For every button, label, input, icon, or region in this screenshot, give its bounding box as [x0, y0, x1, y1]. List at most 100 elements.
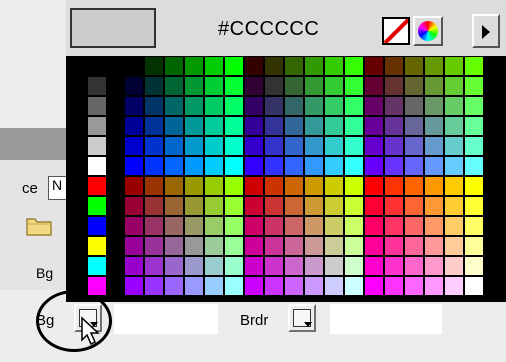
- color-swatch[interactable]: [108, 77, 126, 95]
- color-swatch[interactable]: [305, 77, 323, 95]
- color-swatch[interactable]: [165, 157, 183, 175]
- color-swatch[interactable]: [185, 257, 203, 275]
- color-swatch[interactable]: [165, 177, 183, 195]
- color-swatch[interactable]: [108, 197, 126, 215]
- color-swatch[interactable]: [445, 117, 463, 135]
- color-swatch[interactable]: [245, 157, 263, 175]
- color-swatch[interactable]: [365, 137, 383, 155]
- color-swatch[interactable]: [345, 257, 363, 275]
- color-swatch[interactable]: [265, 257, 283, 275]
- color-swatch[interactable]: [445, 57, 463, 75]
- color-swatch[interactable]: [385, 137, 403, 155]
- bg-color-field[interactable]: [114, 304, 218, 334]
- color-swatch[interactable]: [245, 77, 263, 95]
- color-swatch[interactable]: [165, 197, 183, 215]
- color-swatch[interactable]: [445, 177, 463, 195]
- color-swatch[interactable]: [385, 277, 403, 295]
- color-swatch[interactable]: [108, 157, 126, 175]
- color-swatch[interactable]: [305, 157, 323, 175]
- no-color-icon[interactable]: [382, 17, 410, 45]
- color-swatch[interactable]: [285, 257, 303, 275]
- color-swatch[interactable]: [205, 97, 223, 115]
- color-swatch[interactable]: [125, 137, 143, 155]
- color-swatch[interactable]: [425, 277, 443, 295]
- folder-icon[interactable]: [26, 214, 52, 236]
- color-swatch[interactable]: [245, 237, 263, 255]
- color-swatch[interactable]: [225, 77, 243, 95]
- color-swatch[interactable]: [88, 77, 106, 95]
- color-swatch[interactable]: [265, 57, 283, 75]
- color-swatch[interactable]: [245, 257, 263, 275]
- color-swatch[interactable]: [325, 237, 343, 255]
- color-swatch[interactable]: [265, 97, 283, 115]
- color-swatch[interactable]: [285, 237, 303, 255]
- color-swatch[interactable]: [365, 157, 383, 175]
- color-swatch[interactable]: [165, 77, 183, 95]
- color-swatch[interactable]: [285, 97, 303, 115]
- color-swatch[interactable]: [305, 217, 323, 235]
- color-swatch[interactable]: [185, 237, 203, 255]
- color-swatch[interactable]: [345, 137, 363, 155]
- color-swatch[interactable]: [325, 77, 343, 95]
- color-swatch[interactable]: [145, 97, 163, 115]
- color-swatch[interactable]: [108, 97, 126, 115]
- color-swatch[interactable]: [145, 157, 163, 175]
- color-swatch[interactable]: [88, 57, 106, 75]
- color-swatch[interactable]: [165, 237, 183, 255]
- color-swatch[interactable]: [265, 117, 283, 135]
- color-swatch[interactable]: [445, 217, 463, 235]
- color-swatch[interactable]: [225, 277, 243, 295]
- color-swatch[interactable]: [108, 177, 126, 195]
- color-swatch[interactable]: [365, 117, 383, 135]
- color-swatch[interactable]: [165, 217, 183, 235]
- color-swatch[interactable]: [88, 217, 106, 235]
- color-swatch[interactable]: [265, 177, 283, 195]
- color-swatch[interactable]: [405, 177, 423, 195]
- color-swatch[interactable]: [88, 137, 106, 155]
- color-swatch[interactable]: [325, 137, 343, 155]
- color-swatch[interactable]: [305, 97, 323, 115]
- color-swatch[interactable]: [305, 277, 323, 295]
- color-swatch[interactable]: [108, 57, 126, 75]
- color-swatch[interactable]: [125, 77, 143, 95]
- color-swatch[interactable]: [345, 217, 363, 235]
- color-swatch[interactable]: [365, 237, 383, 255]
- color-swatch[interactable]: [465, 177, 483, 195]
- color-swatch[interactable]: [185, 117, 203, 135]
- color-swatch[interactable]: [165, 57, 183, 75]
- color-swatch[interactable]: [225, 257, 243, 275]
- color-swatch[interactable]: [285, 217, 303, 235]
- color-swatch[interactable]: [185, 97, 203, 115]
- color-swatch[interactable]: [205, 137, 223, 155]
- color-swatch[interactable]: [385, 77, 403, 95]
- color-swatch[interactable]: [185, 197, 203, 215]
- color-swatch[interactable]: [88, 97, 106, 115]
- color-swatch[interactable]: [245, 177, 263, 195]
- color-swatch[interactable]: [125, 157, 143, 175]
- color-swatch[interactable]: [405, 157, 423, 175]
- color-swatch[interactable]: [108, 277, 126, 295]
- color-swatch[interactable]: [185, 57, 203, 75]
- color-swatch[interactable]: [285, 197, 303, 215]
- color-swatch[interactable]: [345, 57, 363, 75]
- color-swatch[interactable]: [265, 197, 283, 215]
- color-swatch[interactable]: [185, 217, 203, 235]
- color-swatch[interactable]: [245, 277, 263, 295]
- color-swatch[interactable]: [245, 217, 263, 235]
- color-swatch[interactable]: [285, 137, 303, 155]
- color-swatch[interactable]: [385, 197, 403, 215]
- color-swatch[interactable]: [185, 177, 203, 195]
- color-swatch[interactable]: [245, 197, 263, 215]
- color-swatch[interactable]: [225, 117, 243, 135]
- color-swatch[interactable]: [445, 197, 463, 215]
- color-swatch[interactable]: [445, 277, 463, 295]
- color-swatch[interactable]: [305, 177, 323, 195]
- color-swatch[interactable]: [445, 97, 463, 115]
- color-swatch[interactable]: [225, 237, 243, 255]
- color-swatch[interactable]: [165, 117, 183, 135]
- color-swatch[interactable]: [205, 57, 223, 75]
- color-swatch[interactable]: [425, 137, 443, 155]
- color-swatch[interactable]: [465, 217, 483, 235]
- color-swatch[interactable]: [405, 77, 423, 95]
- color-swatch[interactable]: [245, 97, 263, 115]
